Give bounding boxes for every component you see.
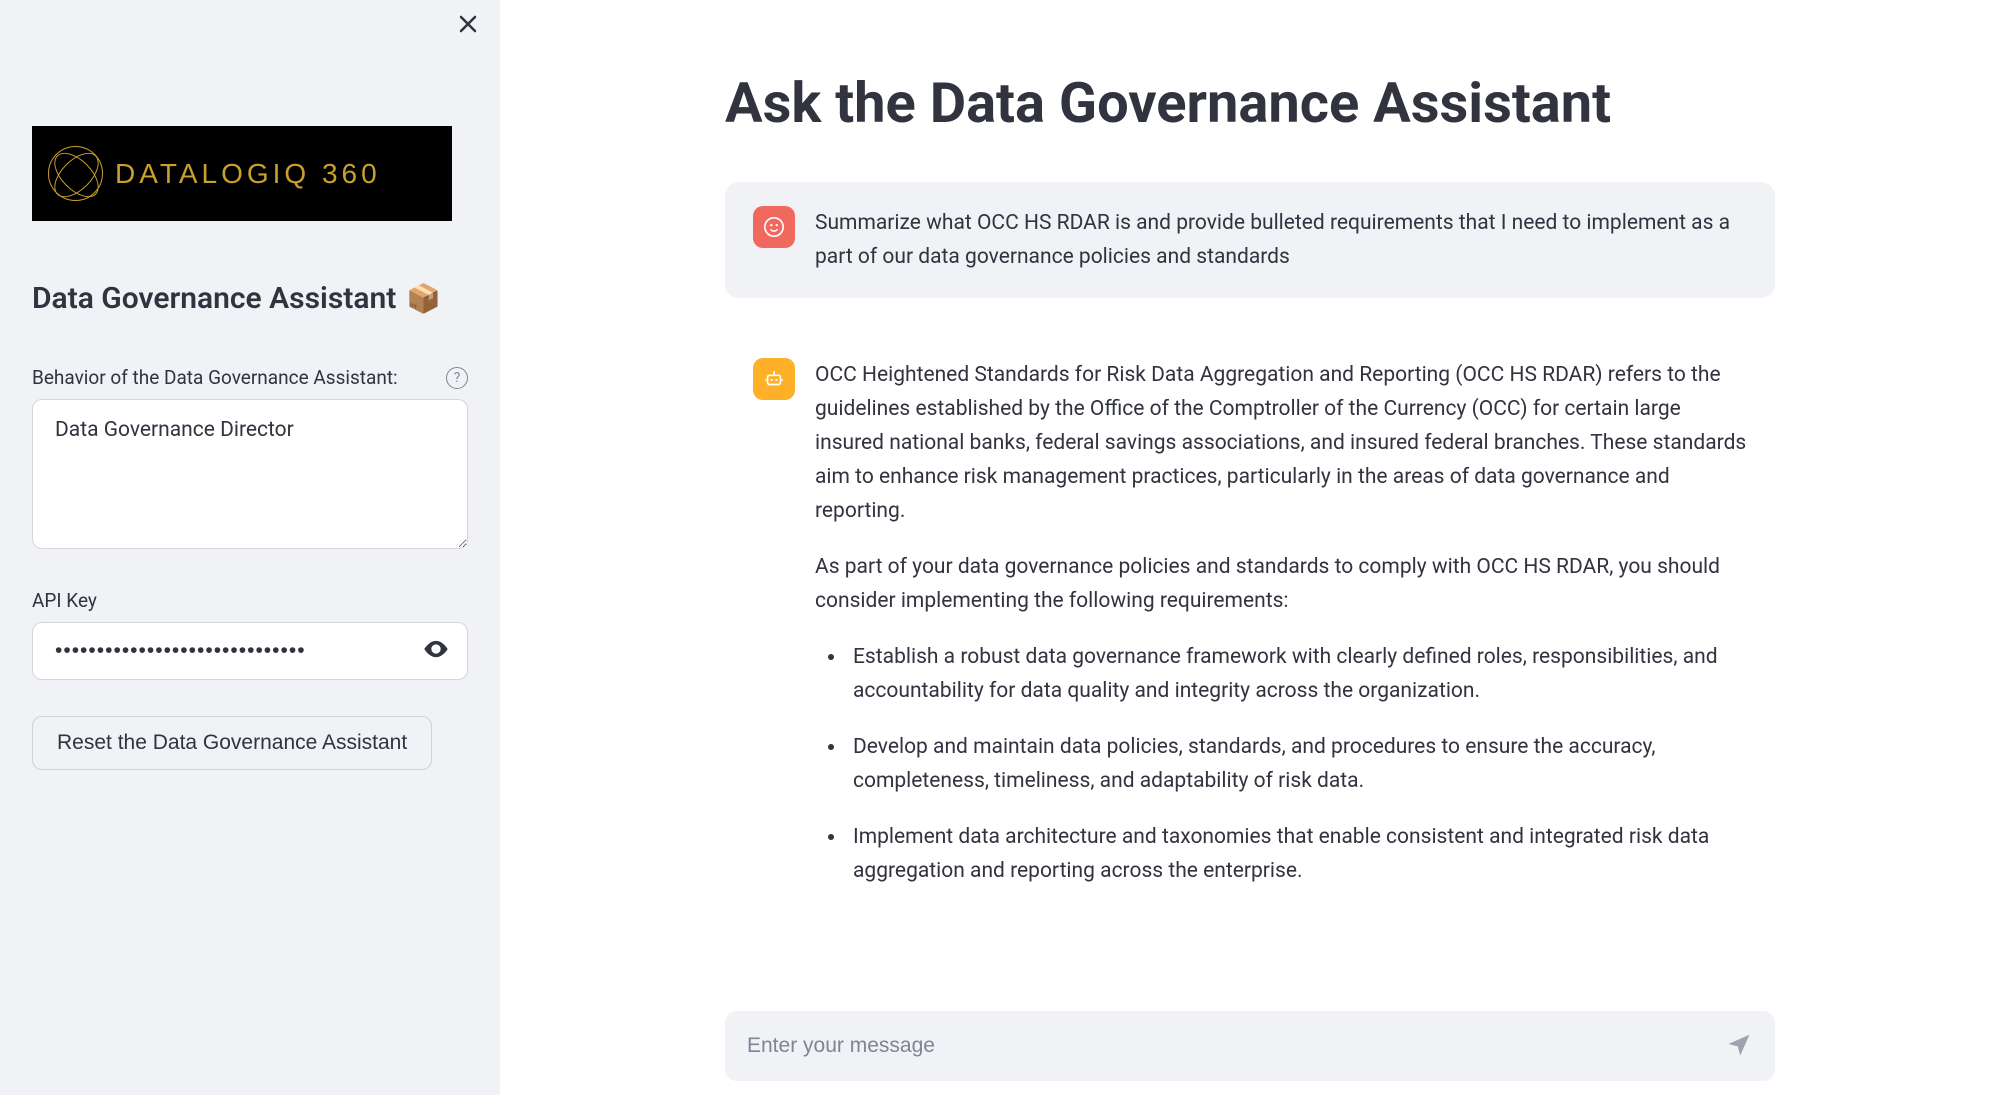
- behavior-field-row: Behavior of the Data Governance Assistan…: [32, 366, 468, 389]
- user-avatar: [753, 206, 795, 248]
- sidebar: DATALOGIQ 360 Data Governance Assistant …: [0, 0, 500, 1095]
- logo-mark-icon: [48, 146, 103, 201]
- api-key-input[interactable]: [32, 622, 468, 680]
- chat-input[interactable]: [747, 1034, 1725, 1058]
- api-key-label: API Key: [32, 589, 468, 612]
- assistant-bullet-list: Establish a robust data governance frame…: [815, 640, 1747, 888]
- list-item: Implement data architecture and taxonomi…: [847, 820, 1747, 888]
- assistant-paragraph: As part of your data governance policies…: [815, 550, 1747, 618]
- assistant-avatar: [753, 358, 795, 400]
- show-password-button[interactable]: [422, 635, 450, 667]
- send-button[interactable]: [1725, 1030, 1753, 1062]
- main-content: Ask the Data Governance Assistant Summar…: [500, 0, 2000, 1095]
- api-key-input-wrap: [32, 622, 468, 680]
- behavior-label: Behavior of the Data Governance Assistan…: [32, 366, 398, 389]
- assistant-message-body: OCC Heightened Standards for Risk Data A…: [815, 358, 1747, 910]
- sidebar-title: Data Governance Assistant 📦: [32, 281, 468, 316]
- assistant-paragraph: OCC Heightened Standards for Risk Data A…: [815, 358, 1747, 528]
- list-item: Establish a robust data governance frame…: [847, 640, 1747, 708]
- close-sidebar-button[interactable]: [456, 12, 480, 42]
- robot-icon: [763, 368, 785, 390]
- package-icon: 📦: [406, 282, 441, 315]
- message-list: Summarize what OCC HS RDAR is and provid…: [725, 182, 1775, 934]
- assistant-message: OCC Heightened Standards for Risk Data A…: [725, 334, 1775, 934]
- close-icon: [456, 12, 480, 36]
- user-face-icon: [763, 216, 785, 238]
- logo: DATALOGIQ 360: [32, 126, 452, 221]
- help-icon[interactable]: ?: [446, 367, 468, 389]
- user-message-text: Summarize what OCC HS RDAR is and provid…: [815, 206, 1747, 274]
- list-item: Develop and maintain data policies, stan…: [847, 730, 1747, 798]
- user-message: Summarize what OCC HS RDAR is and provid…: [725, 182, 1775, 298]
- send-icon: [1725, 1030, 1753, 1058]
- eye-icon: [422, 635, 450, 663]
- behavior-textarea[interactable]: [32, 399, 468, 549]
- page-title: Ask the Data Governance Assistant: [725, 70, 1775, 136]
- logo-text: DATALOGIQ 360: [115, 158, 381, 190]
- chat-input-bar: [725, 1011, 1775, 1081]
- sidebar-title-text: Data Governance Assistant: [32, 281, 396, 316]
- reset-button[interactable]: Reset the Data Governance Assistant: [32, 716, 432, 770]
